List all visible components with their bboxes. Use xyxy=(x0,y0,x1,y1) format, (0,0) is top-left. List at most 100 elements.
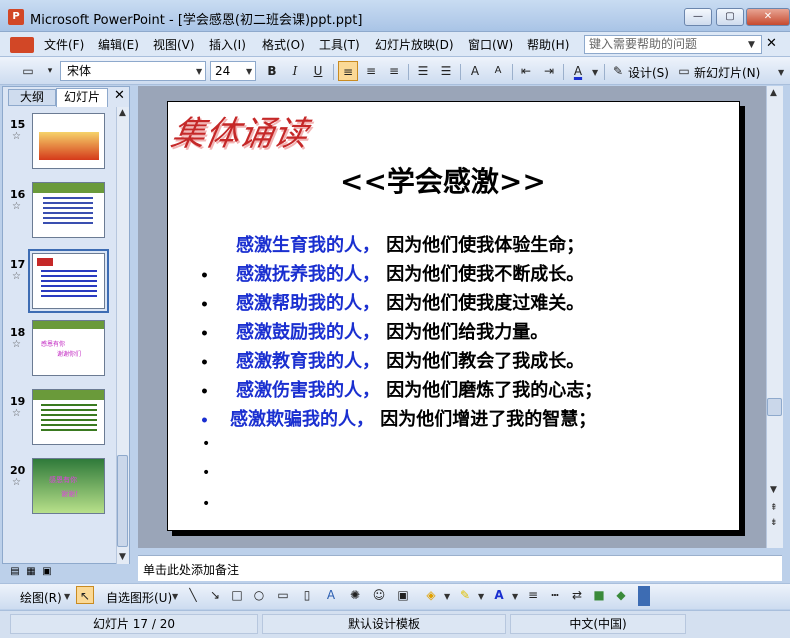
design-icon[interactable]: ✎ xyxy=(608,61,628,81)
textbox-tool-icon[interactable]: ▭ xyxy=(274,586,292,604)
design-button[interactable]: 设计(S) xyxy=(628,64,669,81)
normal-view-icon[interactable]: ▤ xyxy=(8,565,22,579)
fill-color-icon[interactable]: ◈ xyxy=(422,586,440,604)
chevron-down-icon[interactable]: ▼ xyxy=(172,592,178,601)
diagram-icon[interactable]: ✺ xyxy=(346,586,364,604)
new-file-icon[interactable]: ▭ xyxy=(18,61,38,81)
menu-window[interactable]: 窗口(W) xyxy=(468,36,513,53)
slide-thumbnail-16[interactable] xyxy=(32,182,105,238)
arrow-style-icon[interactable]: ⇄ xyxy=(568,586,586,604)
decrease-indent-icon[interactable]: ⇤ xyxy=(516,61,536,81)
increase-indent-icon[interactable]: ⇥ xyxy=(539,61,559,81)
menu-insert[interactable]: 插入(I) xyxy=(209,36,246,53)
font-name-select[interactable]: 宋体 xyxy=(60,61,206,81)
document-close-button[interactable]: ✕ xyxy=(766,36,777,51)
font-color-icon[interactable]: A xyxy=(490,586,508,604)
chevron-down-icon[interactable]: ▼ xyxy=(512,592,518,601)
slideshow-view-icon[interactable]: ▣ xyxy=(40,565,54,579)
chevron-down-icon[interactable]: ▼ xyxy=(444,592,450,601)
chevron-down-icon[interactable]: ▼ xyxy=(64,592,70,601)
menu-edit[interactable]: 编辑(E) xyxy=(98,36,139,53)
line-tool-icon[interactable]: ╲ xyxy=(184,586,202,604)
slide-thumbnail-19[interactable] xyxy=(32,389,105,445)
toolbar-options-icon[interactable]: ▼ xyxy=(778,68,784,77)
menu-view[interactable]: 视图(V) xyxy=(153,36,195,53)
close-button[interactable]: ✕ xyxy=(746,8,790,26)
line-style-icon[interactable]: ≡ xyxy=(524,586,542,604)
new-slide-button[interactable]: 新幻灯片(N) xyxy=(694,64,760,81)
panel-close-button[interactable]: ✕ xyxy=(114,88,125,103)
clipart-icon[interactable]: ☺ xyxy=(370,586,388,604)
slide-thumbnail-20[interactable]: 感恩有你 谢谢！ xyxy=(32,458,105,514)
scroll-down-icon[interactable]: ▼ xyxy=(770,485,777,495)
shadow-style-icon[interactable]: ■ xyxy=(590,586,608,604)
chevron-down-icon[interactable]: ▼ xyxy=(246,67,252,76)
slide-bullet-line[interactable]: • 感激鼓励我的人， 因为他们给我力量。 xyxy=(200,318,548,344)
align-right-icon[interactable]: ≡ xyxy=(384,61,404,81)
next-slide-icon[interactable]: ⇟ xyxy=(770,518,778,528)
draw-menu-button[interactable]: 绘图(R) xyxy=(20,589,62,606)
minimize-button[interactable]: — xyxy=(684,8,712,26)
italic-button[interactable]: I xyxy=(285,61,305,81)
notes-placeholder[interactable]: 单击此处添加备注 xyxy=(143,561,239,578)
menu-tools[interactable]: 工具(T) xyxy=(319,36,360,53)
scroll-down-icon[interactable]: ▼ xyxy=(119,552,126,562)
scroll-up-icon[interactable]: ▲ xyxy=(770,88,777,98)
menu-format[interactable]: 格式(O) xyxy=(262,36,305,53)
slide-bullet-line[interactable]: • 感激伤害我的人， 因为他们磨炼了我的心志； xyxy=(200,376,602,402)
picture-icon[interactable]: ▣ xyxy=(394,586,412,604)
dash-style-icon[interactable]: ┅ xyxy=(546,586,564,604)
slide-bullet-line[interactable]: 感激生育我的人， 因为他们使我体验生命； xyxy=(200,231,584,257)
vertical-textbox-icon[interactable]: ▯ xyxy=(298,586,316,604)
slide-bullet-line[interactable]: • 感激抚养我的人， 因为他们使我不断成长。 xyxy=(200,260,584,286)
select-pointer-icon[interactable]: ↖ xyxy=(76,586,94,604)
underline-button[interactable]: U xyxy=(308,61,328,81)
slide-title[interactable]: <<学会感激>> xyxy=(340,160,546,200)
help-search-input[interactable]: 键入需要帮助的问题 xyxy=(584,35,762,54)
line-color-icon[interactable]: ✎ xyxy=(456,586,474,604)
autoshapes-menu-button[interactable]: 自选图形(U) xyxy=(106,589,172,606)
numbered-list-icon[interactable]: ☰ xyxy=(413,61,433,81)
toolbar-options-icon[interactable]: ▾ xyxy=(40,61,60,81)
scroll-up-icon[interactable]: ▲ xyxy=(119,108,126,118)
increase-font-size-icon[interactable]: A xyxy=(465,61,485,81)
menu-file[interactable]: 文件(F) xyxy=(44,36,84,53)
new-slide-icon[interactable]: ▭ xyxy=(674,61,694,81)
slide-bullet-line[interactable]: • 感激欺骗我的人， 因为他们增进了我的智慧； xyxy=(200,405,596,431)
arrow-tool-icon[interactable]: ↘ xyxy=(206,586,224,604)
thumbnail-caption: 谢谢你们 xyxy=(57,351,82,358)
oval-tool-icon[interactable]: ○ xyxy=(250,586,268,604)
wordart-icon[interactable]: A xyxy=(322,586,340,604)
tab-slides[interactable]: 幻灯片 xyxy=(56,88,108,107)
slide-scroll-thumb[interactable] xyxy=(767,398,782,416)
slide-thumbnail-17[interactable] xyxy=(28,249,109,313)
menu-help[interactable]: 帮助(H) xyxy=(527,36,569,53)
document-icon[interactable] xyxy=(10,37,34,53)
maximize-button[interactable]: ▢ xyxy=(716,8,744,26)
font-color-icon[interactable]: A xyxy=(568,61,588,81)
slides-panel-scroll-thumb[interactable] xyxy=(117,455,128,547)
align-left-icon[interactable]: ≡ xyxy=(338,61,358,81)
powerpoint-icon[interactable]: P xyxy=(8,9,24,25)
tab-outline[interactable]: 大纲 xyxy=(8,89,56,106)
toolbar-options-icon[interactable] xyxy=(638,586,650,606)
slide-thumbnail-18[interactable]: 感恩有你 谢谢你们 xyxy=(32,320,105,376)
star-icon: ☆ xyxy=(12,477,21,488)
slide-scrollbar[interactable] xyxy=(766,86,783,548)
slide-thumbnail-15[interactable] xyxy=(32,113,105,169)
align-center-icon[interactable]: ≡ xyxy=(361,61,381,81)
chevron-down-icon[interactable]: ▼ xyxy=(478,592,484,601)
slide-bullet-line[interactable]: • 感激帮助我的人， 因为他们使我度过难关。 xyxy=(200,289,584,315)
chevron-down-icon[interactable]: ▼ xyxy=(592,68,598,77)
decrease-font-size-icon[interactable]: A xyxy=(488,61,508,81)
slide-bullet-line[interactable]: • 感激教育我的人， 因为他们教会了我成长。 xyxy=(200,347,584,373)
previous-slide-icon[interactable]: ⇞ xyxy=(770,503,778,513)
3d-style-icon[interactable]: ◆ xyxy=(612,586,630,604)
bold-button[interactable]: B xyxy=(262,61,282,81)
bullet-list-icon[interactable]: ☰ xyxy=(436,61,456,81)
menu-slideshow[interactable]: 幻灯片放映(D) xyxy=(375,36,454,53)
slide-sorter-view-icon[interactable]: ▦ xyxy=(24,565,38,579)
chevron-down-icon[interactable]: ▼ xyxy=(196,67,202,76)
rectangle-tool-icon[interactable]: □ xyxy=(228,586,246,604)
chevron-down-icon[interactable]: ▼ xyxy=(748,40,755,50)
